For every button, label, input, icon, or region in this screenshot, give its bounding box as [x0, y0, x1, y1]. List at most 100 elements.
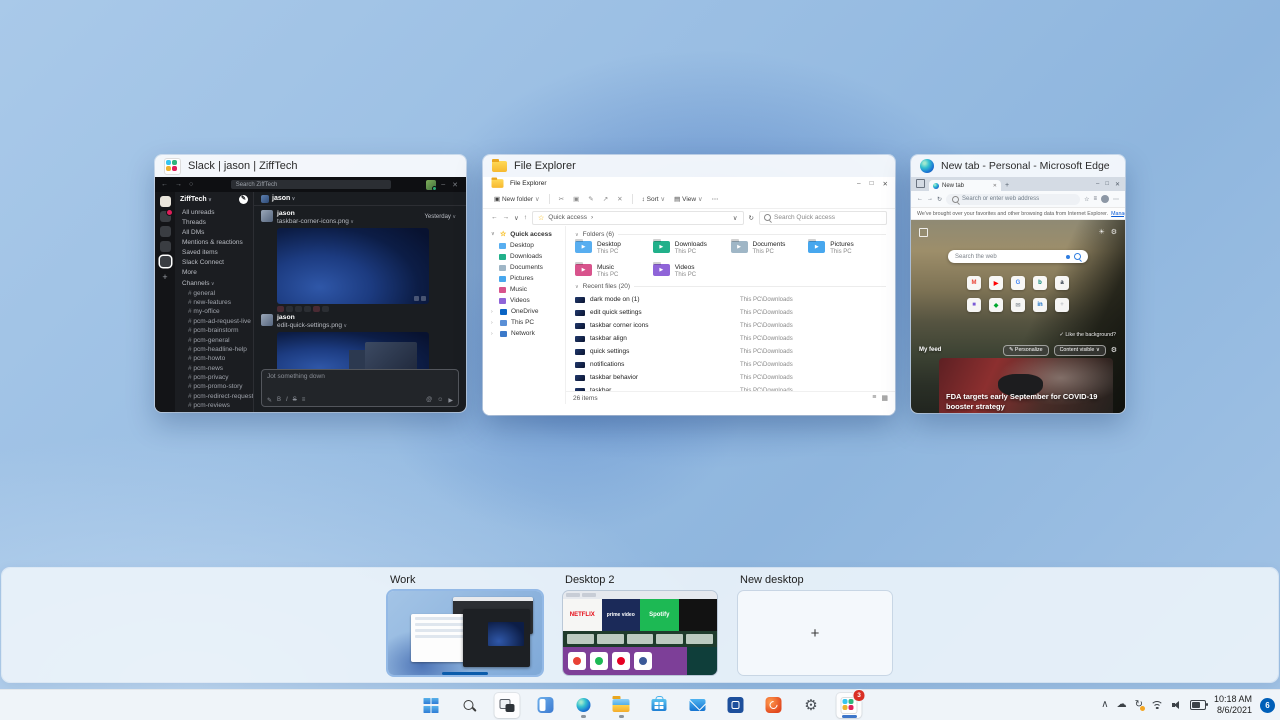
task-view-button[interactable] — [495, 693, 520, 718]
sidebar-folder-item[interactable]: Downloads — [483, 251, 565, 262]
recent-file-row[interactable]: dark mode on (1) This PC\Downloads — [575, 293, 886, 306]
sidebar-nav-item[interactable]: All unreads — [175, 207, 253, 217]
sidebar-nav-item[interactable]: Threads — [175, 217, 253, 227]
maximize-icon[interactable] — [870, 180, 874, 188]
folder-tile[interactable]: DownloadsThis PC — [653, 241, 731, 257]
quick-link-tile[interactable]: a — [1055, 276, 1069, 290]
collections-icon[interactable] — [1093, 196, 1097, 202]
selected-rail-icon[interactable] — [160, 256, 171, 267]
slack-card-thumbnail[interactable]: Search ZiffTech — [155, 177, 466, 412]
file-explorer-taskbar-button[interactable] — [609, 693, 634, 718]
window-card-file-explorer[interactable]: File Explorer File Explorer New folder — [483, 155, 895, 415]
address-bar[interactable]: Search or enter web address — [946, 194, 1080, 205]
news-card[interactable]: FDA targets early September for COVID-19… — [939, 358, 1113, 413]
list-icon[interactable] — [302, 397, 306, 404]
start-button[interactable] — [419, 693, 444, 718]
send-icon[interactable] — [448, 397, 453, 404]
mention-icon[interactable] — [426, 397, 432, 404]
message-composer[interactable]: Jot something down — [261, 369, 459, 407]
back-icon[interactable] — [491, 214, 498, 221]
format-icon[interactable] — [267, 397, 272, 404]
sidebar-folder-item[interactable]: Music — [483, 284, 565, 295]
browser-tab[interactable]: New tab — [929, 180, 1001, 191]
forward-icon[interactable] — [927, 196, 933, 202]
feed-settings-icon[interactable] — [1111, 346, 1117, 354]
my-feed-label[interactable]: My feed — [919, 347, 941, 353]
recent-file-row[interactable]: quick settings This PC\Downloads — [575, 345, 886, 358]
tab-close-icon[interactable] — [993, 183, 997, 189]
slack-back-icon[interactable] — [161, 181, 170, 188]
tab-actions-icon[interactable] — [916, 179, 925, 188]
message-image-attachment[interactable] — [277, 228, 429, 304]
channel-item[interactable]: pcm-howto — [175, 354, 253, 363]
folder-tile[interactable]: DesktopThis PC — [575, 241, 653, 257]
quick-link-tile[interactable]: M — [967, 276, 981, 290]
back-icon[interactable] — [917, 196, 923, 202]
forward-icon[interactable] — [503, 214, 510, 221]
folder-tile[interactable]: DocumentsThis PC — [731, 241, 809, 257]
dms-rail-icon[interactable] — [160, 226, 171, 237]
dm-title[interactable]: jason — [272, 195, 295, 202]
emoji-icon[interactable] — [437, 397, 443, 404]
slack-history-icon[interactable] — [189, 181, 195, 188]
wifi-icon[interactable] — [1151, 701, 1164, 710]
desktop-work-thumbnail[interactable] — [388, 591, 542, 675]
sidebar-nav-item[interactable]: All DMs — [175, 227, 253, 237]
sidebar-folder-item[interactable]: Pictures — [483, 273, 565, 284]
rename-icon[interactable] — [588, 195, 593, 203]
desktop-2[interactable]: Desktop 2 NETFLIX prime video Spotify — [563, 574, 717, 675]
new-tab-icon[interactable] — [1005, 182, 1009, 189]
settings-button[interactable] — [799, 693, 824, 718]
refresh-icon[interactable] — [749, 214, 754, 222]
clock[interactable]: 10:18 AM 8/6/2021 — [1214, 694, 1252, 716]
sidebar-root-item[interactable]: OneDrive — [483, 306, 565, 317]
folders-section-header[interactable]: Folders (6) — [575, 231, 886, 238]
channel-item[interactable]: new-features — [175, 298, 253, 307]
home-rail-icon[interactable] — [160, 211, 171, 222]
quick-link-tile[interactable]: ✉ — [1011, 298, 1025, 312]
share-icon[interactable] — [603, 195, 608, 203]
channel-item[interactable]: general — [175, 289, 253, 298]
sidebar-root-item[interactable]: Network — [483, 328, 565, 339]
personalize-button[interactable]: Personalize — [1003, 345, 1049, 356]
onedrive-icon[interactable] — [1117, 700, 1127, 710]
minimize-icon[interactable] — [857, 180, 861, 188]
page-settings-icon[interactable] — [1111, 228, 1117, 236]
infobar-link[interactable]: Manage imported data — [1111, 211, 1125, 217]
explorer-search-input[interactable]: Search Quick access — [759, 211, 887, 225]
close-icon[interactable] — [883, 180, 888, 188]
sidebar-folder-item[interactable]: Videos — [483, 295, 565, 306]
sidebar-folder-item[interactable]: Documents — [483, 262, 565, 273]
layout-toggle-icon[interactable] — [919, 228, 928, 237]
sidebar-root-item[interactable]: This PC — [483, 317, 565, 328]
battery-icon[interactable] — [1190, 700, 1206, 710]
new-desktop-button[interactable]: New desktop + — [738, 574, 892, 675]
details-view-icon[interactable] — [872, 394, 876, 402]
close-icon[interactable] — [1115, 181, 1120, 188]
widgets-button[interactable] — [533, 693, 558, 718]
notification-count-badge[interactable]: 6 — [1260, 698, 1275, 713]
channel-item[interactable]: pcm-brainstorm — [175, 326, 253, 335]
recent-file-row[interactable]: edit quick settings This PC\Downloads — [575, 306, 886, 319]
slack-minimize-icon[interactable] — [441, 181, 447, 188]
recent-files-section-header[interactable]: Recent files (20) — [575, 283, 886, 290]
activity-rail-icon[interactable] — [160, 241, 171, 252]
quick-link-tile[interactable]: b — [1033, 276, 1047, 290]
strikethrough-icon[interactable] — [293, 397, 297, 404]
sidebar-quick-access[interactable]: Quick access — [483, 228, 565, 240]
settings-menu-icon[interactable] — [1113, 196, 1119, 203]
channel-item[interactable]: pcm-redirect-requests — [175, 392, 253, 401]
channel-item[interactable]: pcm-general — [175, 335, 253, 344]
slack-close-icon[interactable] — [452, 181, 460, 189]
edge-card-thumbnail[interactable]: New tab Search or — [911, 177, 1125, 413]
edge-taskbar-button[interactable] — [571, 693, 596, 718]
layout-visible-button[interactable]: Content visible — [1054, 345, 1106, 356]
delete-icon[interactable] — [617, 195, 622, 203]
add-workspace-icon[interactable] — [162, 272, 167, 282]
recent-file-row[interactable]: taskbar behavior This PC\Downloads — [575, 371, 886, 384]
profile-avatar[interactable] — [1101, 195, 1109, 203]
desktop-work[interactable]: Work — [388, 574, 542, 675]
voice-search-icon[interactable] — [1066, 255, 1070, 259]
copy-icon[interactable] — [573, 195, 579, 203]
quick-link-tile[interactable]: G — [1011, 276, 1025, 290]
